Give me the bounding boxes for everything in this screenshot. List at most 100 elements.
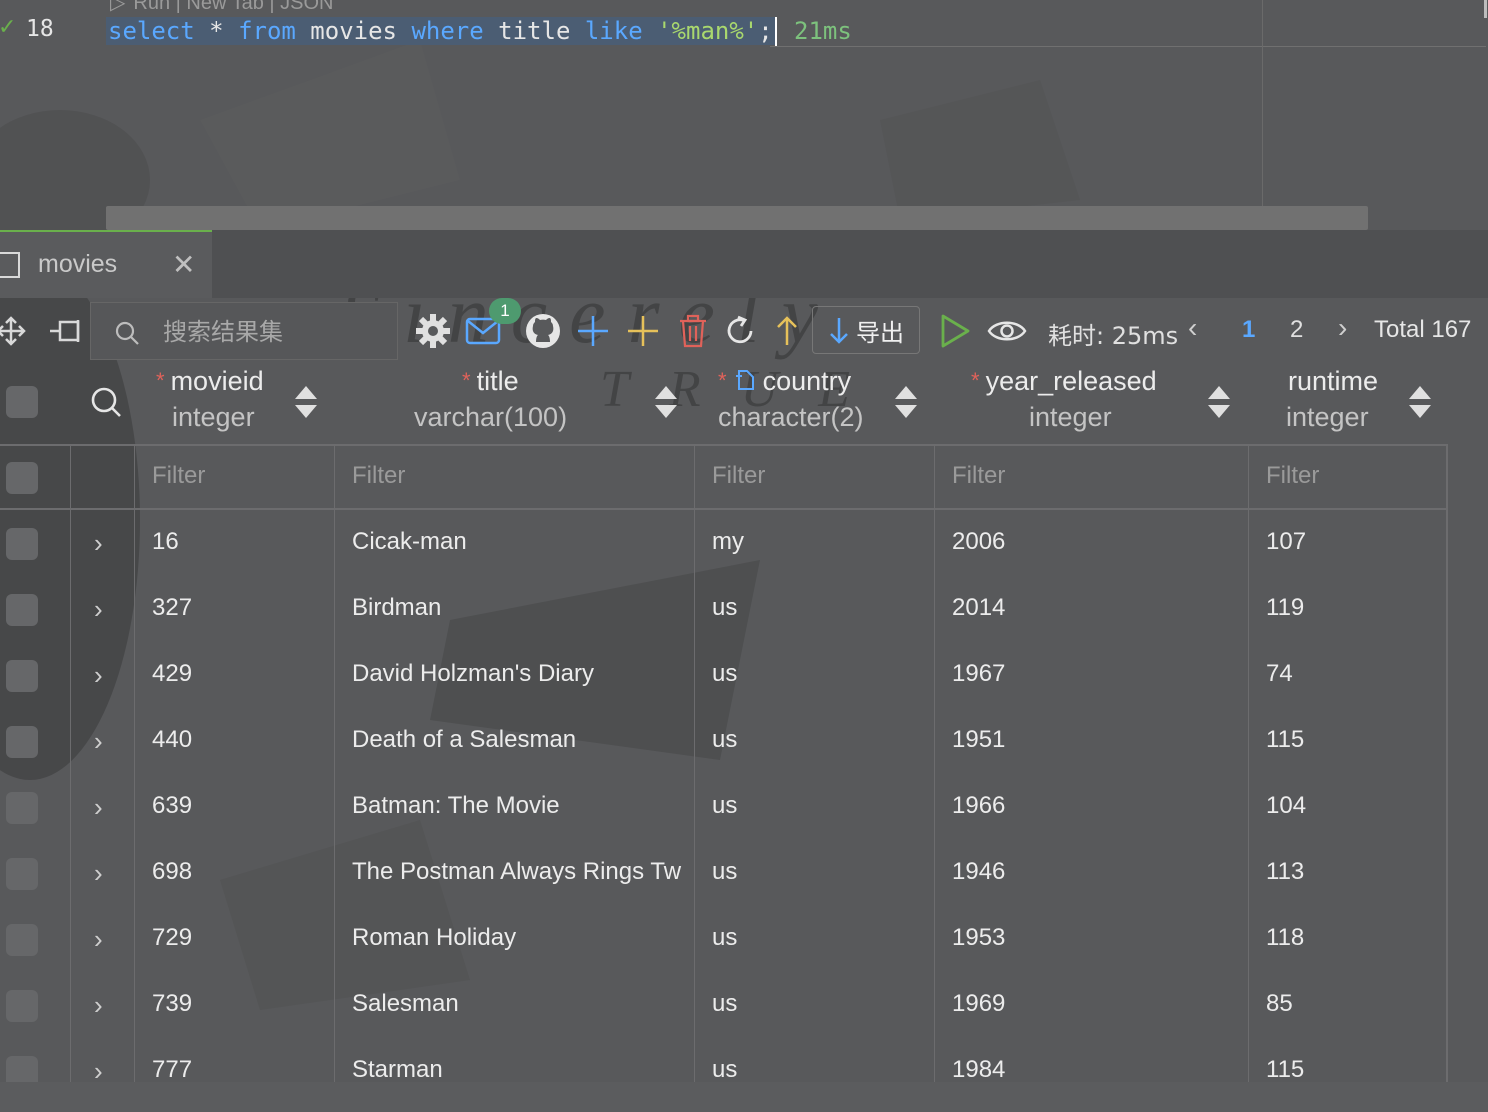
table-row[interactable]: › 16 Cicak-man my 2006 107 [0, 510, 1448, 576]
cell-title[interactable]: The Postman Always Rings Tw [352, 858, 692, 886]
cell-runtime[interactable]: 113 [1266, 858, 1442, 886]
cell-movieid[interactable]: 739 [152, 990, 328, 1018]
cell-year-released[interactable]: 1951 [952, 726, 1242, 754]
cell-runtime[interactable]: 115 [1266, 726, 1442, 754]
expand-row-icon[interactable]: › [94, 924, 103, 955]
github-icon[interactable] [524, 312, 562, 350]
column-header-country[interactable]: * country character(2) [710, 364, 935, 444]
selected-query[interactable]: select * from movies where title like '%… [106, 17, 775, 45]
table-row[interactable]: › 739 Salesman us 1969 85 [0, 972, 1448, 1038]
cell-title[interactable]: Salesman [352, 990, 692, 1018]
cell-country[interactable]: us [712, 792, 928, 820]
upload-icon[interactable] [768, 312, 806, 350]
cell-title[interactable]: David Holzman's Diary [352, 660, 692, 688]
horizontal-scrollbar[interactable] [106, 206, 1368, 230]
page-1[interactable]: 1 [1242, 316, 1255, 344]
expand-row-icon[interactable]: › [94, 990, 103, 1021]
cell-year-released[interactable]: 2006 [952, 528, 1242, 556]
table-row[interactable]: › 698 The Postman Always Rings Tw us 194… [0, 840, 1448, 906]
row-checkbox[interactable] [6, 792, 38, 824]
column-header-runtime[interactable]: runtime integer [1270, 364, 1450, 444]
cell-movieid[interactable]: 429 [152, 660, 328, 688]
expand-row-icon[interactable]: › [94, 858, 103, 889]
cell-year-released[interactable]: 1984 [952, 1056, 1242, 1082]
expand-row-icon[interactable]: › [94, 660, 103, 691]
sort-icon[interactable] [1207, 386, 1231, 422]
sort-icon[interactable] [1408, 386, 1432, 422]
close-icon[interactable]: ✕ [172, 248, 195, 281]
pin-icon[interactable] [46, 312, 84, 350]
next-page-button[interactable]: › [1338, 312, 1347, 344]
row-checkbox[interactable] [6, 594, 38, 626]
row-checkbox[interactable] [6, 462, 38, 494]
table-row[interactable]: › 327 Birdman us 2014 119 [0, 576, 1448, 642]
previous-page-button[interactable]: ‹ [1188, 312, 1197, 344]
column-header-movieid[interactable]: * movieid integer [150, 364, 335, 444]
sort-icon[interactable] [654, 386, 678, 422]
cell-year-released[interactable]: 1946 [952, 858, 1242, 886]
cell-title[interactable]: Batman: The Movie [352, 792, 692, 820]
row-checkbox[interactable] [6, 924, 38, 956]
cell-movieid[interactable]: 777 [152, 1056, 328, 1082]
result-search-field[interactable] [90, 302, 398, 360]
row-checkbox[interactable] [6, 726, 38, 758]
cell-runtime[interactable]: 85 [1266, 990, 1442, 1018]
cell-runtime[interactable]: 115 [1266, 1056, 1442, 1082]
cell-country[interactable]: us [712, 990, 928, 1018]
cell-country[interactable]: us [712, 1056, 928, 1082]
row-checkbox[interactable] [6, 990, 38, 1022]
cell-country[interactable]: us [712, 726, 928, 754]
cell-title[interactable]: Cicak-man [352, 528, 692, 556]
sql-editor[interactable]: ▷ Run | New Tab | JSON ✓ 18 select * from… [0, 0, 1488, 230]
cell-country[interactable]: us [712, 858, 928, 886]
cell-title[interactable]: Death of a Salesman [352, 726, 692, 754]
filter-input-title[interactable]: Filter [352, 462, 688, 490]
code-line[interactable]: select * from movies where title like '%… [106, 14, 777, 48]
cell-year-released[interactable]: 1966 [952, 792, 1242, 820]
row-checkbox[interactable] [6, 1056, 38, 1082]
cell-runtime[interactable]: 104 [1266, 792, 1442, 820]
column-header-year-released[interactable]: * year_released integer [965, 364, 1245, 444]
move-icon[interactable] [0, 312, 30, 350]
preview-icon[interactable] [986, 312, 1028, 350]
row-checkbox[interactable] [6, 528, 38, 560]
cell-title[interactable]: Starman [352, 1056, 692, 1082]
filter-input-country[interactable]: Filter [712, 462, 928, 490]
search-input[interactable] [161, 313, 385, 351]
sort-icon[interactable] [294, 386, 318, 422]
select-all-checkbox[interactable] [6, 386, 38, 418]
cell-country[interactable]: us [712, 924, 928, 952]
cell-country[interactable]: my [712, 528, 928, 556]
gear-icon[interactable] [414, 312, 452, 350]
add-row-icon[interactable] [574, 312, 612, 350]
filter-input-year-released[interactable]: Filter [952, 462, 1242, 490]
expand-row-icon[interactable]: › [94, 792, 103, 823]
delete-icon[interactable] [674, 312, 712, 350]
table-row[interactable]: › 429 David Holzman's Diary us 1967 74 [0, 642, 1448, 708]
cell-title[interactable]: Roman Holiday [352, 924, 692, 952]
table-row[interactable]: › 729 Roman Holiday us 1953 118 [0, 906, 1448, 972]
cell-country[interactable]: us [712, 660, 928, 688]
column-header-title[interactable]: * title varchar(100) [400, 364, 695, 444]
cell-country[interactable]: us [712, 594, 928, 622]
cell-movieid[interactable]: 327 [152, 594, 328, 622]
expand-row-icon[interactable]: › [94, 726, 103, 757]
cell-movieid[interactable]: 639 [152, 792, 328, 820]
codelens-label[interactable]: Run | New Tab | JSON [133, 0, 333, 14]
cell-movieid[interactable]: 16 [152, 528, 328, 556]
expand-row-icon[interactable]: › [94, 1056, 103, 1082]
cell-year-released[interactable]: 2014 [952, 594, 1242, 622]
cell-movieid[interactable]: 698 [152, 858, 328, 886]
tab-movies[interactable]: movies ✕ [0, 230, 212, 298]
cell-title[interactable]: Birdman [352, 594, 692, 622]
refresh-icon[interactable] [722, 312, 760, 350]
table-row[interactable]: › 777 Starman us 1984 115 [0, 1038, 1448, 1082]
filter-input-runtime[interactable]: Filter [1266, 462, 1442, 490]
cell-year-released[interactable]: 1953 [952, 924, 1242, 952]
run-codelens-icon[interactable]: ▷ [110, 0, 125, 14]
export-button[interactable]: 导出 [812, 306, 920, 354]
expand-row-icon[interactable]: › [94, 528, 103, 559]
expand-row-icon[interactable]: › [94, 594, 103, 625]
column-search-icon[interactable] [90, 386, 122, 423]
cell-runtime[interactable]: 74 [1266, 660, 1442, 688]
